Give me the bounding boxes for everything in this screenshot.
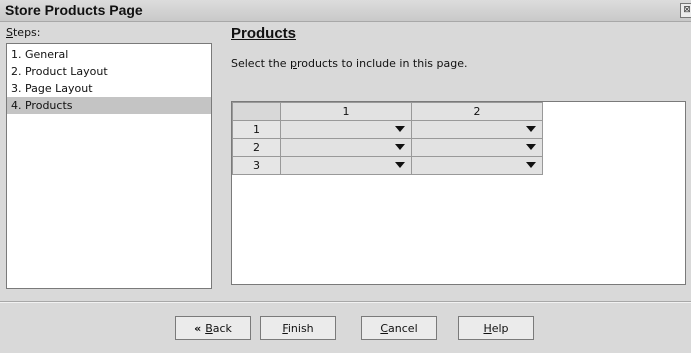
grid-row-header: 2	[232, 138, 281, 157]
back-accesskey: B	[205, 322, 213, 335]
instructions-post: roducts to include in this page.	[296, 57, 468, 70]
back-label: ack	[212, 322, 232, 335]
products-grid-area: 1 2 1 2 3	[231, 101, 686, 285]
steps-label-accesskey: S	[6, 26, 13, 39]
cancel-button[interactable]: Cancel	[361, 316, 437, 340]
steps-label: Steps:	[6, 26, 40, 39]
chevron-down-icon[interactable]	[526, 126, 536, 132]
close-icon[interactable]: ⊠	[680, 3, 691, 18]
cancel-accesskey: C	[380, 322, 389, 335]
product-dropdown[interactable]	[411, 156, 543, 175]
product-dropdown[interactable]	[411, 138, 543, 157]
chevron-down-icon[interactable]	[395, 144, 405, 150]
products-grid: 1 2 1 2 3	[232, 102, 543, 175]
grid-corner-cell	[232, 102, 281, 121]
table-row: 1	[232, 120, 543, 139]
instructions-accesskey: p	[289, 57, 297, 70]
help-label: elp	[491, 322, 509, 335]
footer-separator	[0, 301, 691, 303]
back-button[interactable]: «Back	[175, 316, 251, 340]
help-accesskey: H	[483, 322, 492, 335]
step-item-general[interactable]: 1. General	[7, 46, 211, 63]
page-title: Products	[231, 25, 297, 42]
chevron-down-icon[interactable]	[395, 162, 405, 168]
finish-button[interactable]: Finish	[260, 316, 336, 340]
steps-list[interactable]: 1. General 2. Product Layout 3. Page Lay…	[6, 43, 212, 289]
product-dropdown[interactable]	[280, 120, 412, 139]
step-item-page-layout[interactable]: 3. Page Layout	[7, 80, 211, 97]
step-item-products[interactable]: 4. Products	[7, 97, 211, 114]
chevron-down-icon[interactable]	[526, 144, 536, 150]
product-dropdown[interactable]	[411, 120, 543, 139]
grid-row-header: 1	[232, 120, 281, 139]
step-item-product-layout[interactable]: 2. Product Layout	[7, 63, 211, 80]
back-chevrons-icon: «	[194, 322, 202, 335]
instructions-text: Select the products to include in this p…	[231, 57, 467, 70]
product-dropdown[interactable]	[280, 138, 412, 157]
cancel-label: ancel	[388, 322, 418, 335]
instructions-pre: Select the	[231, 57, 290, 70]
grid-row-header: 3	[232, 156, 281, 175]
steps-label-text: teps:	[12, 26, 41, 39]
window-title: Store Products Page	[5, 2, 143, 18]
chevron-down-icon[interactable]	[526, 162, 536, 168]
grid-column-header: 2	[411, 102, 543, 121]
chevron-down-icon[interactable]	[395, 126, 405, 132]
help-button[interactable]: Help	[458, 316, 534, 340]
finish-label: inish	[287, 322, 314, 335]
title-bar: Store Products Page ⊠	[0, 0, 691, 22]
grid-header-row: 1 2	[232, 102, 543, 121]
table-row: 3	[232, 156, 543, 175]
table-row: 2	[232, 138, 543, 157]
product-dropdown[interactable]	[280, 156, 412, 175]
grid-column-header: 1	[280, 102, 412, 121]
